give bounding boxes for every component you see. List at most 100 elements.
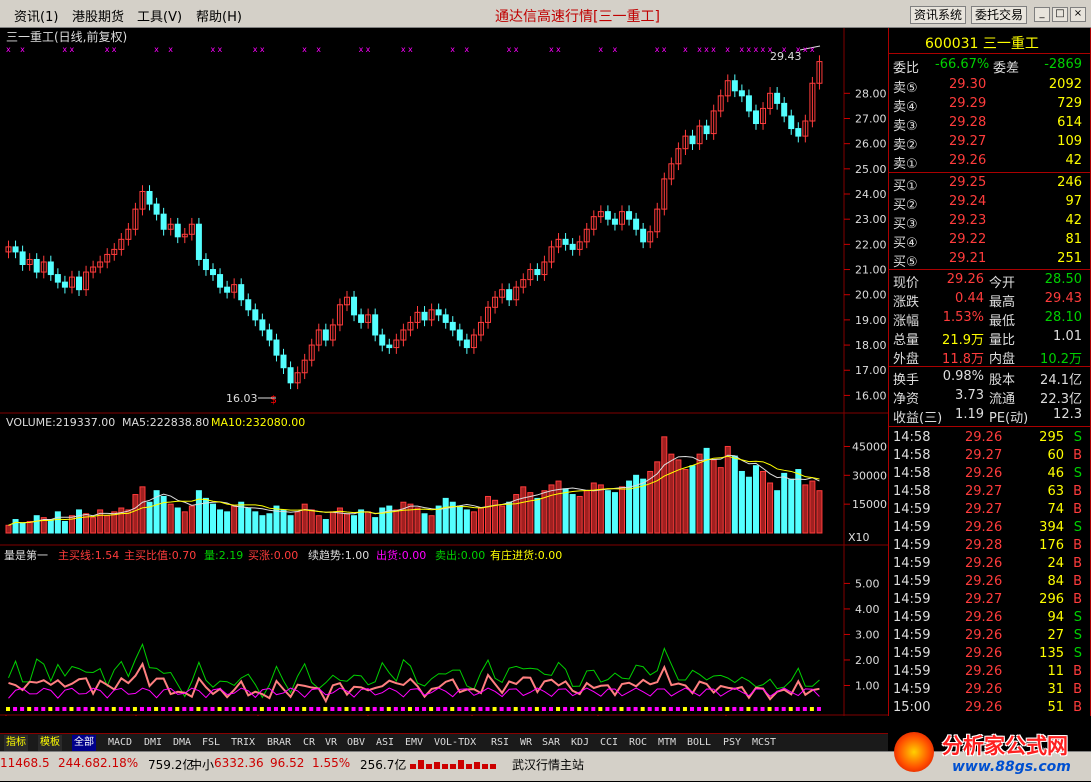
tick-row: 14:59 29.26 394 S [889, 519, 1091, 537]
trade-button[interactable]: 委托交易 [971, 6, 1028, 24]
quote-label: 现价 [893, 276, 920, 291]
menu-zixun[interactable]: 资讯(1) [14, 6, 58, 25]
tick-price: 29.26 [965, 646, 1003, 661]
bid-row: 买④ 29.22 81 [889, 231, 1091, 251]
volume-bar [477, 507, 484, 534]
ind-l3: 量:2.19 [204, 549, 243, 562]
tick-volume: 135 [1039, 646, 1064, 661]
tab-mtm[interactable]: MTM [656, 735, 678, 751]
indicator-signal-bar [245, 707, 250, 711]
volume-bar [781, 472, 788, 534]
signal-mark: x [507, 45, 512, 54]
volume-bar [104, 515, 111, 534]
indicator-signal-bar [612, 707, 617, 711]
tab-指标[interactable]: 指标 [4, 735, 28, 751]
candle-body [146, 190, 153, 205]
tick-price: 29.26 [965, 610, 1003, 625]
price-tick-label: 20.00 [855, 289, 887, 302]
candle-body [76, 276, 83, 291]
tab-全部[interactable]: 全部 [72, 735, 96, 751]
candle-body [774, 92, 781, 104]
volume-bar [287, 515, 294, 534]
tab-vr[interactable]: VR [323, 735, 339, 751]
signal-mark: x [253, 45, 258, 54]
minimize-icon[interactable]: _ [1034, 7, 1050, 22]
volume-bar [470, 511, 477, 534]
candle-body [534, 269, 541, 276]
tab-cr[interactable]: CR [301, 735, 317, 751]
indicator-signal-bar [55, 707, 60, 711]
volume-bar [802, 484, 809, 534]
tab-模板[interactable]: 模板 [38, 735, 62, 751]
indicator-signal-bar [125, 707, 130, 711]
tab-mcst[interactable]: MCST [750, 735, 778, 751]
price-tick-label: 16.00 [855, 389, 887, 402]
tick-volume: 51 [1047, 700, 1064, 715]
chart-header: 三一重工(日线,前复权) [6, 29, 127, 44]
bid-label: 买① [893, 179, 918, 194]
tab-brar[interactable]: BRAR [265, 735, 293, 751]
signal-mark: x [359, 45, 364, 54]
chart-area[interactable]: 三一重工(日线,前复权) VOLUME:219337.00 MA5:222838… [0, 28, 888, 716]
volume-bar [816, 490, 823, 534]
volume-bar [788, 478, 795, 534]
volume-bar [809, 480, 816, 534]
menu-tools[interactable]: 工具(V) [137, 6, 182, 25]
tab-roc[interactable]: ROC [627, 735, 649, 751]
tab-fsl[interactable]: FSL [200, 735, 222, 751]
volume-bar [343, 513, 350, 534]
watermark-logo: 分析家公式网 www.88gs.com [890, 726, 1090, 782]
indicator-signal-bar [774, 707, 779, 711]
kline-chart[interactable]: 三一重工(日线,前复权) VOLUME:219337.00 MA5:222838… [0, 28, 888, 716]
tab-kdj[interactable]: KDJ [569, 735, 591, 751]
volume-bar [435, 505, 442, 534]
volume-bar [393, 509, 400, 534]
bid-label: 买③ [893, 217, 918, 232]
volume-bar [308, 509, 315, 534]
tab-boll[interactable]: BOLL [685, 735, 713, 751]
indicator-tick-label: 2.00 [855, 654, 880, 667]
tick-row: 14:59 29.26 31 B [889, 681, 1091, 699]
indicator-tick-label: 3.00 [855, 628, 880, 641]
close-icon[interactable]: × [1070, 7, 1086, 22]
sh-index: 11468.5 [0, 756, 50, 770]
indicator-signal-bar [556, 707, 561, 711]
indicator-signal-bar [471, 707, 476, 711]
tab-asi[interactable]: ASI [374, 735, 396, 751]
candle-body [351, 296, 358, 316]
volume-bar [463, 509, 470, 534]
indicator-signal-bar [443, 707, 448, 711]
tick-volume: 27 [1047, 628, 1064, 643]
volume-bar [407, 503, 414, 534]
volume-bar [534, 497, 541, 534]
indicator-signal-bar [626, 707, 631, 711]
tab-obv[interactable]: OBV [345, 735, 367, 751]
volume-bar [273, 505, 280, 534]
tab-dma[interactable]: DMA [171, 735, 193, 751]
tab-trix[interactable]: TRIX [229, 735, 257, 751]
candle-body [174, 223, 181, 238]
restore-icon[interactable]: □ [1052, 7, 1068, 22]
tab-rsi[interactable]: RSI [489, 735, 511, 751]
tab-vol-tdx[interactable]: VOL-TDX [432, 735, 478, 751]
tab-sar[interactable]: SAR [540, 735, 562, 751]
indicator-ratio-line [8, 687, 820, 699]
status-bar: 11468.5 244.68 2.18% 759.2亿 中小 6332.36 9… [0, 732, 1091, 781]
tab-psy[interactable]: PSY [721, 735, 743, 751]
indicator-signal-bar [732, 707, 737, 711]
volume-bar [668, 453, 675, 534]
tab-macd[interactable]: MACD [106, 735, 134, 751]
menu-ganggu[interactable]: 港股期货 [72, 6, 124, 25]
tab-emv[interactable]: EMV [403, 735, 425, 751]
tick-time: 14:58 [893, 448, 931, 463]
tab-wr[interactable]: WR [518, 735, 534, 751]
tab-dmi[interactable]: DMI [142, 735, 164, 751]
volume-bar [139, 486, 146, 534]
tab-cci[interactable]: CCI [598, 735, 620, 751]
watermark-text: 分析家公式网 [942, 734, 1068, 758]
indicator-signal-bar [20, 707, 25, 711]
tick-time: 15:00 [893, 700, 931, 715]
menu-help[interactable]: 帮助(H) [196, 6, 242, 25]
info-system-button[interactable]: 资讯系统 [910, 6, 967, 24]
ind-l4: 买涨:0.00 [248, 549, 298, 562]
